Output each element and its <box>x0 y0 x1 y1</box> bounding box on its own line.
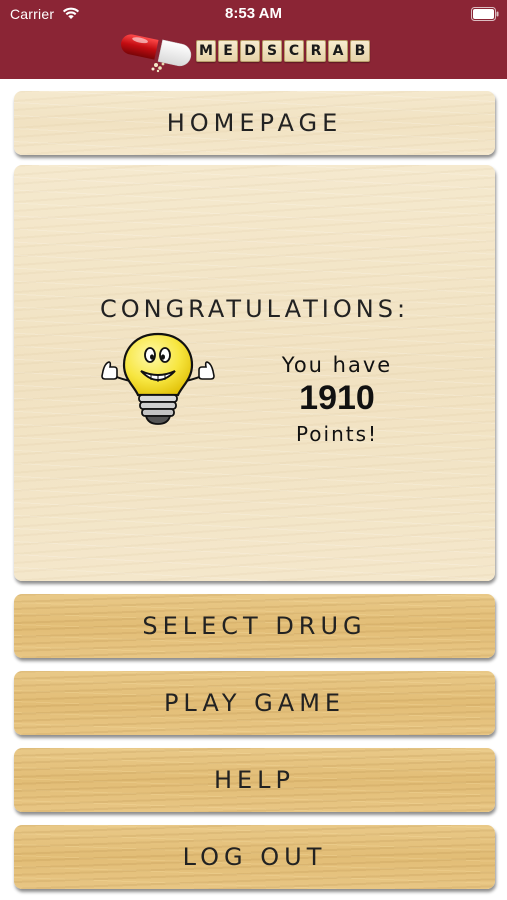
points-summary: You have 1910 Points! <box>262 353 412 446</box>
lightbulb-thumbs-up-icon <box>101 332 215 425</box>
logo-tiles: M E D S C R A B <box>196 40 370 62</box>
status-bar: Carrier 8:53 AM <box>0 0 507 28</box>
homepage-label: HOMEPAGE <box>166 109 343 137</box>
logo-tile: S <box>262 40 282 62</box>
battery-icon <box>471 7 499 21</box>
logo-tile: A <box>328 40 348 62</box>
logo-tile: M <box>196 40 216 62</box>
log-out-button[interactable]: LOG OUT <box>14 825 495 889</box>
points-label: Points! <box>295 422 379 446</box>
points-value: 1910 <box>299 379 375 417</box>
play-game-label: PLAY GAME <box>163 689 346 717</box>
select-drug-button[interactable]: SELECT DRUG <box>14 594 495 658</box>
app-header: Carrier 8:53 AM M E D S C R A B <box>0 0 507 79</box>
congratulations-heading: CONGRATULATIONS: <box>99 295 410 323</box>
score-card: CONGRATULATIONS: You have 1910 Points! <box>14 165 495 581</box>
logo-tile: B <box>350 40 370 62</box>
select-drug-label: SELECT DRUG <box>142 612 367 640</box>
medscrab-logo: M E D S C R A B <box>120 30 390 74</box>
homepage-button[interactable]: HOMEPAGE <box>14 91 495 155</box>
pill-capsule-icon <box>121 34 192 73</box>
logo-tile: R <box>306 40 326 62</box>
logo-tile: D <box>240 40 260 62</box>
log-out-label: LOG OUT <box>182 843 327 871</box>
help-button[interactable]: HELP <box>14 748 495 812</box>
logo-tile: C <box>284 40 304 62</box>
you-have-text: You have <box>281 353 393 377</box>
status-time: 8:53 AM <box>225 5 282 22</box>
logo-tile: E <box>218 40 238 62</box>
help-label: HELP <box>213 766 296 794</box>
play-game-button[interactable]: PLAY GAME <box>14 671 495 735</box>
